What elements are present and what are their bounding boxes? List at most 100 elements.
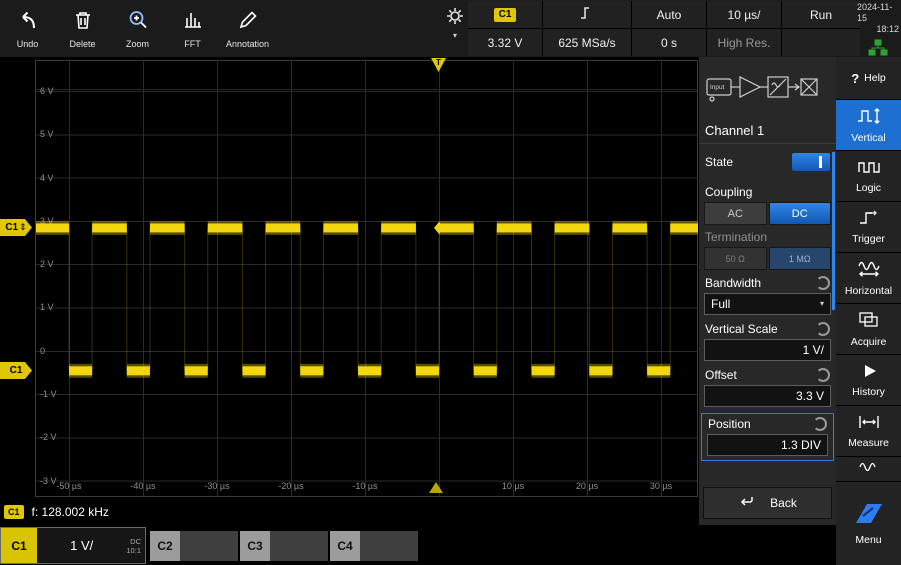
bandwidth-select[interactable]: Full ▾ [704,293,831,315]
horizontal-position-cell[interactable]: 0 s [632,29,706,56]
vertical-label: Vertical [851,131,886,144]
pencil-icon [237,9,259,36]
logic-icon [857,159,881,180]
help-icon: ? [851,70,860,86]
channel1-ground-marker[interactable]: C1 [0,362,32,379]
acquisition-state-cell[interactable]: Run [782,1,860,28]
zoom-icon [127,9,149,36]
vertical-scale-label: Vertical Scale [705,322,778,336]
coupling-dc-button[interactable]: DC [768,202,831,225]
coupling-label: Coupling [705,185,753,199]
delete-label: Delete [69,38,96,49]
channel-tab-c2[interactable]: C2 [150,531,238,561]
back-icon [738,495,754,512]
fft-icon [182,9,204,36]
undo-label: Undo [16,38,39,49]
zoom-label: Zoom [125,38,149,49]
ground-marker-label: C1 [9,365,23,376]
channel1-offset-marker[interactable]: C1 ⇕ [0,219,32,236]
menu-sidebar: ? Help Vertical Logic Trigger Horizontal… [836,57,901,565]
time-text: 18:12 [876,24,899,34]
rising-edge-icon [579,5,595,24]
termination-50ohm-button[interactable]: 50 Ω [704,247,767,270]
updown-arrows-icon: ⇕ [19,222,27,232]
channel-tabs: C1 1 V/ DC 10:1 C2 C3 C4 [0,527,700,565]
horizontal-label: Horizontal [844,284,893,297]
sidebar-item-measure[interactable]: Measure [836,406,901,457]
sidebar-item-history[interactable]: History [836,355,901,406]
c4-chip: C4 [330,531,360,561]
channel-tab-c3[interactable]: C3 [240,531,328,561]
c2-chip: C2 [150,531,180,561]
sidebar-item-help[interactable]: ? Help [836,57,901,100]
status-grid: C1 Auto 10 µs/ Run 3.32 V 625 MSa/s 0 s … [468,1,860,56]
oscilloscope-screen: Undo Delete Zoom FFT Annotation ▾ C1 Aut… [0,0,901,565]
trigger-icon [857,210,881,231]
undo-icon [17,9,39,36]
logic-label: Logic [855,181,882,194]
rotary-knob-icon [816,368,830,382]
fft-button[interactable]: FFT [165,0,220,57]
termination-1mohm-button[interactable]: 1 MΩ [768,247,831,270]
chevron-down-icon: ▾ [819,299,824,308]
sidebar-item-menu[interactable]: Menu [836,482,901,565]
history-icon [857,363,881,384]
menu-label: Menu [855,534,882,546]
waveform-display: 6 V 5 V 4 V 3 V 2 V 1 V 0 -1 V -2 V -3 V… [35,60,699,497]
annotation-label: Annotation [225,38,270,49]
sidebar-item-acquire[interactable]: Acquire [836,304,901,355]
timebase-cell[interactable]: 10 µs/ [707,1,781,28]
trash-icon [72,9,94,36]
rotary-knob-icon [813,417,827,431]
bandwidth-value: Full [711,297,731,311]
trigger-mode-cell[interactable]: Auto [632,1,706,28]
trigger-marker-label: T [436,58,441,67]
chevron-down-icon: ▾ [452,31,457,40]
zoom-button[interactable]: Zoom [110,0,165,57]
measure-label: Measure [848,436,889,449]
acquire-icon [857,311,881,334]
state-toggle[interactable] [792,153,830,171]
channel-tab-c1[interactable]: C1 1 V/ DC 10:1 [0,527,146,564]
channel-tab-c4[interactable]: C4 [330,531,418,561]
horizontal-reference-marker[interactable] [429,482,443,493]
sidebar-item-trigger[interactable]: Trigger [836,202,901,253]
vertical-scale-input[interactable]: 1 V/ [704,339,831,361]
schematic-input-label: Input [710,84,725,91]
gear-icon [446,7,464,30]
sidebar-item-logic[interactable]: Logic [836,151,901,202]
position-input[interactable]: 1.3 DIV [707,434,828,456]
sidebar-item-horizontal[interactable]: Horizontal [836,253,901,304]
fft-label: FFT [184,38,201,49]
measurement-channel-badge: C1 [4,505,24,519]
offset-row: Offset [699,362,836,384]
trigger-source-cell[interactable]: C1 [468,1,542,28]
dialog-scroll-indicator[interactable] [832,152,835,310]
waveform-icon [858,460,879,478]
channel-schematic: Input [699,57,836,123]
trigger-level-cell[interactable]: 3.32 V [468,29,542,56]
sample-rate-cell[interactable]: 625 MSa/s [543,29,631,56]
annotation-button[interactable]: Annotation [220,0,275,57]
bandwidth-label: Bandwidth [705,276,762,290]
c1-coupling: DC [130,536,141,546]
undo-button[interactable]: Undo [0,0,55,57]
frequency-measurement: f: 128.002 kHz [31,505,109,519]
offset-input[interactable]: 3.3 V [704,385,831,407]
trigger-label: Trigger [852,232,885,245]
c1-scale: 1 V/ [70,538,94,553]
position-row: Position [702,414,833,433]
channel-badge: C1 [493,7,517,22]
trigger-slope-cell[interactable] [543,1,631,28]
c1-probe: 10:1 [126,545,141,555]
sidebar-item-vertical[interactable]: Vertical [836,100,901,151]
vertical-icon [857,107,881,130]
acquisition-mode-cell[interactable]: High Res. [707,29,781,56]
sidebar-item-waveform[interactable] [836,457,901,482]
settings-button[interactable]: ▾ [444,7,466,51]
coupling-ac-button[interactable]: AC [704,202,767,225]
back-button[interactable]: Back [703,487,832,519]
delete-button[interactable]: Delete [55,0,110,57]
rotary-knob-icon [816,276,830,290]
empty-cell [782,29,860,56]
